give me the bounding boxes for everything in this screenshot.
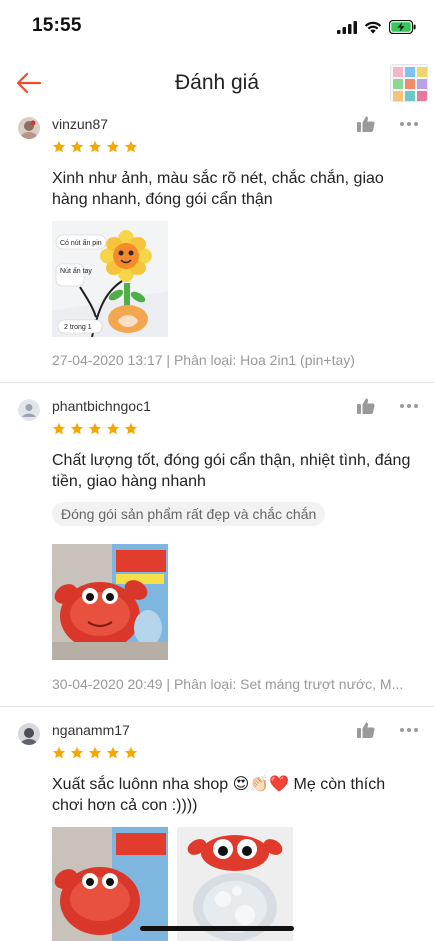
more-dots-icon[interactable] <box>398 720 420 740</box>
review-meta: 27-04-2020 13:17 | Phân loại: Hoa 2in1 (… <box>52 352 355 368</box>
star-rating <box>52 746 138 762</box>
thumbs-up-icon[interactable] <box>356 720 376 740</box>
username[interactable]: vinzun87 <box>52 116 108 132</box>
review-photo[interactable] <box>52 827 168 941</box>
photo-label: 2 trong 1 <box>64 324 92 331</box>
review-text: Chất lượng tốt, đóng gói cẩn thận, nhiệt… <box>52 452 411 490</box>
photo-label: Nút ấn tay <box>60 266 92 275</box>
battery-charging-icon <box>389 20 416 34</box>
review-text: Xinh như ảnh, màu sắc rõ nét, chắc chắn,… <box>52 170 384 208</box>
review-item: vinzun87 Xinh như ảnh, màu sắc rõ nét, c… <box>0 110 434 382</box>
star-icon <box>124 746 138 759</box>
more-dots-icon[interactable] <box>398 396 420 416</box>
avatar[interactable] <box>18 723 40 745</box>
review-text: Xuất sắc luônn nha shop 😍👏🏻❤️ Mẹ còn thí… <box>52 776 386 814</box>
wifi-icon <box>364 21 382 33</box>
star-icon <box>52 140 66 153</box>
review-photo[interactable]: Có nút ấn pin Nút ấn tay 2 trong 1 <box>52 221 168 337</box>
user-silhouette-icon[interactable] <box>18 399 40 421</box>
review-tag: Đóng gói sản phẩm rất đẹp và chắc chắn <box>52 502 326 526</box>
review-item: phantbichngoc1 Chất lượng tốt, đóng gói … <box>0 388 434 706</box>
home-indicator[interactable] <box>140 926 294 931</box>
divider <box>0 706 434 707</box>
username[interactable]: nganamm17 <box>52 722 130 738</box>
star-rating <box>52 140 138 156</box>
star-icon <box>88 140 102 153</box>
star-icon <box>106 422 120 435</box>
star-icon <box>52 422 66 435</box>
status-time: 15:55 <box>32 15 82 36</box>
review-meta: 30-04-2020 20:49 | Phân loại: Set máng t… <box>52 676 404 692</box>
thumbs-up-icon[interactable] <box>356 396 376 416</box>
review-photo[interactable] <box>52 544 168 660</box>
star-icon <box>52 746 66 759</box>
review-photo[interactable] <box>177 827 293 941</box>
star-icon <box>124 140 138 153</box>
product-thumbnail[interactable] <box>390 64 428 102</box>
star-icon <box>124 422 138 435</box>
status-bar: 15:55 <box>0 0 434 52</box>
star-icon <box>88 746 102 759</box>
star-icon <box>70 422 84 435</box>
photo-label: Có nút ấn pin <box>60 238 102 247</box>
avatar[interactable] <box>18 117 40 139</box>
star-icon <box>106 746 120 759</box>
username[interactable]: phantbichngoc1 <box>52 398 151 414</box>
more-dots-icon[interactable] <box>398 114 420 134</box>
thumbs-up-icon[interactable] <box>356 114 376 134</box>
star-icon <box>70 746 84 759</box>
review-item: nganamm17 Xuất sắc luônn nha shop 😍👏🏻❤️ … <box>0 712 434 941</box>
star-rating <box>52 422 138 438</box>
divider <box>0 382 434 383</box>
header: Đánh giá <box>0 58 434 110</box>
star-icon <box>88 422 102 435</box>
page-title: Đánh giá <box>174 71 260 94</box>
star-icon <box>106 140 120 153</box>
star-icon <box>70 140 84 153</box>
signal-icon <box>337 20 357 34</box>
status-icons <box>337 18 416 36</box>
